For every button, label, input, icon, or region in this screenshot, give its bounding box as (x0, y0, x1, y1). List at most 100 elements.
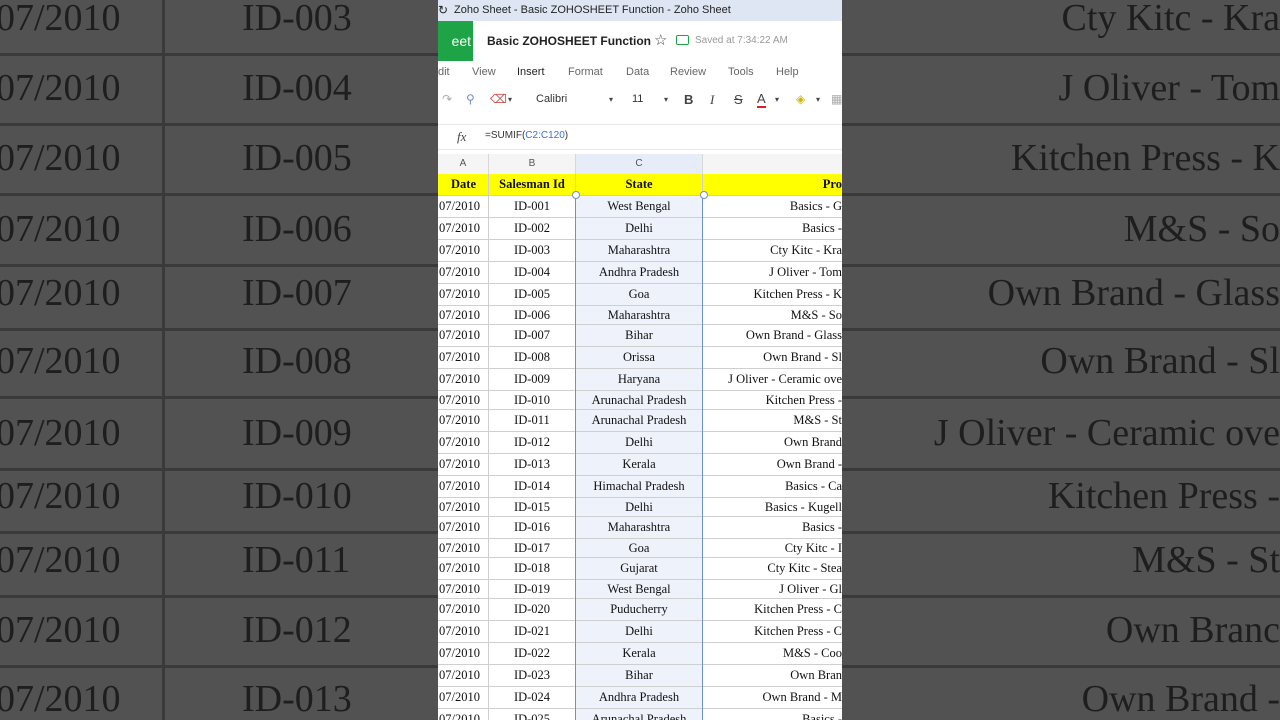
table-cell[interactable]: ID-025 (489, 709, 576, 720)
fill-color-dropdown-icon[interactable]: ▾ (816, 95, 820, 104)
table-cell[interactable]: Bihar (576, 665, 703, 686)
font-dropdown-icon[interactable]: ▾ (609, 95, 613, 104)
table-cell[interactable]: 07/2010 (438, 665, 489, 686)
table-cell[interactable]: ID-018 (489, 558, 576, 579)
borders-icon[interactable]: ▦ (831, 92, 842, 106)
column-header-c[interactable]: C (576, 154, 703, 174)
menu-data[interactable]: Data (626, 66, 649, 78)
header-cell[interactable]: Pro (703, 174, 842, 195)
table-cell[interactable]: Own Bran (703, 665, 842, 686)
table-cell[interactable]: Puducherry (576, 599, 703, 620)
table-cell[interactable]: Kitchen Press - (703, 391, 842, 409)
table-cell[interactable]: Delhi (576, 218, 703, 239)
table-cell[interactable]: ID-013 (489, 454, 576, 475)
selection-handle-top-right[interactable] (700, 191, 708, 199)
table-cell[interactable]: 07/2010 (438, 347, 489, 368)
table-cell[interactable]: Own Brand (703, 432, 842, 453)
table-cell[interactable]: Delhi (576, 432, 703, 453)
table-cell[interactable]: J Oliver - Tom (703, 262, 842, 283)
table-cell[interactable]: Goa (576, 539, 703, 557)
table-cell[interactable]: Kitchen Press - C (703, 599, 842, 620)
table-cell[interactable]: ID-020 (489, 599, 576, 620)
fill-color-icon[interactable]: ◈ (796, 92, 805, 106)
table-cell[interactable]: 07/2010 (438, 539, 489, 557)
table-cell[interactable]: J Oliver - Ceramic ove (703, 369, 842, 390)
table-cell[interactable]: Cty Kitc - Kra (703, 240, 842, 261)
table-cell[interactable]: M&S - St (703, 410, 842, 431)
font-color-button[interactable]: A (757, 92, 766, 108)
table-cell[interactable]: Basics - Kugell (703, 498, 842, 516)
table-cell[interactable]: ID-007 (489, 325, 576, 346)
selection-handle-top-left[interactable] (572, 191, 580, 199)
header-cell[interactable]: Salesman Id (489, 174, 576, 195)
table-cell[interactable]: Bihar (576, 325, 703, 346)
table-cell[interactable]: West Bengal (576, 580, 703, 598)
app-logo[interactable]: eet (438, 21, 473, 61)
strikethrough-button[interactable]: S (734, 92, 743, 107)
menu-edit[interactable]: dit (438, 66, 450, 78)
table-cell[interactable]: 07/2010 (438, 709, 489, 720)
table-cell[interactable]: 07/2010 (438, 643, 489, 664)
formula-input[interactable]: =SUMIF(C2:C120) (485, 130, 568, 141)
table-cell[interactable]: ID-024 (489, 687, 576, 708)
table-cell[interactable]: Maharashtra (576, 240, 703, 261)
table-cell[interactable]: 07/2010 (438, 284, 489, 305)
table-cell[interactable]: Arunachal Pradesh (576, 709, 703, 720)
table-cell[interactable]: 07/2010 (438, 498, 489, 516)
table-cell[interactable]: Own Brand - M (703, 687, 842, 708)
star-icon[interactable]: ☆ (654, 31, 667, 49)
function-icon[interactable]: fx (457, 129, 466, 145)
table-cell[interactable]: Maharashtra (576, 517, 703, 538)
table-cell[interactable]: Own Brand - Sl (703, 347, 842, 368)
table-cell[interactable]: ID-019 (489, 580, 576, 598)
table-cell[interactable]: 07/2010 (438, 369, 489, 390)
table-cell[interactable]: Cty Kitc - Stea (703, 558, 842, 579)
table-cell[interactable]: Maharashtra (576, 306, 703, 324)
table-cell[interactable]: 07/2010 (438, 391, 489, 409)
table-cell[interactable]: 07/2010 (438, 580, 489, 598)
table-cell[interactable]: ID-009 (489, 369, 576, 390)
paint-format-icon[interactable]: ⚲ (466, 92, 475, 106)
bold-button[interactable]: B (684, 92, 693, 107)
table-cell[interactable]: ID-023 (489, 665, 576, 686)
document-name[interactable]: Basic ZOHOSHEET Function (487, 34, 651, 48)
table-cell[interactable]: 07/2010 (438, 218, 489, 239)
table-cell[interactable]: 07/2010 (438, 558, 489, 579)
table-cell[interactable]: ID-014 (489, 476, 576, 497)
header-cell[interactable]: Date (438, 174, 489, 195)
table-cell[interactable]: ID-012 (489, 432, 576, 453)
table-cell[interactable]: 07/2010 (438, 432, 489, 453)
table-cell[interactable]: Own Brand - Glass (703, 325, 842, 346)
table-cell[interactable]: M&S - So (703, 306, 842, 324)
table-cell[interactable]: Arunachal Pradesh (576, 391, 703, 409)
table-cell[interactable]: ID-022 (489, 643, 576, 664)
menu-format[interactable]: Format (568, 66, 603, 78)
table-cell[interactable]: Kerala (576, 454, 703, 475)
table-cell[interactable]: Kerala (576, 643, 703, 664)
table-cell[interactable]: 07/2010 (438, 599, 489, 620)
table-cell[interactable]: ID-021 (489, 621, 576, 642)
size-dropdown-icon[interactable]: ▾ (664, 95, 668, 104)
table-cell[interactable]: Cty Kitc - I (703, 539, 842, 557)
table-cell[interactable]: Gujarat (576, 558, 703, 579)
table-cell[interactable]: Delhi (576, 498, 703, 516)
table-cell[interactable]: 07/2010 (438, 687, 489, 708)
table-cell[interactable]: 07/2010 (438, 262, 489, 283)
table-cell[interactable]: Delhi (576, 621, 703, 642)
table-cell[interactable]: 07/2010 (438, 517, 489, 538)
table-cell[interactable]: Basics - (703, 517, 842, 538)
table-cell[interactable]: Haryana (576, 369, 703, 390)
table-cell[interactable]: 07/2010 (438, 196, 489, 217)
table-cell[interactable]: ID-017 (489, 539, 576, 557)
header-cell[interactable]: State (576, 174, 703, 195)
table-cell[interactable]: ID-004 (489, 262, 576, 283)
folder-icon[interactable] (676, 35, 689, 45)
table-cell[interactable]: M&S - Coo (703, 643, 842, 664)
table-cell[interactable]: ID-010 (489, 391, 576, 409)
table-cell[interactable]: Basics - G (703, 196, 842, 217)
table-cell[interactable]: ID-005 (489, 284, 576, 305)
menu-help[interactable]: Help (776, 66, 799, 78)
table-cell[interactable]: Orissa (576, 347, 703, 368)
table-cell[interactable]: Andhra Pradesh (576, 262, 703, 283)
table-cell[interactable]: 07/2010 (438, 621, 489, 642)
